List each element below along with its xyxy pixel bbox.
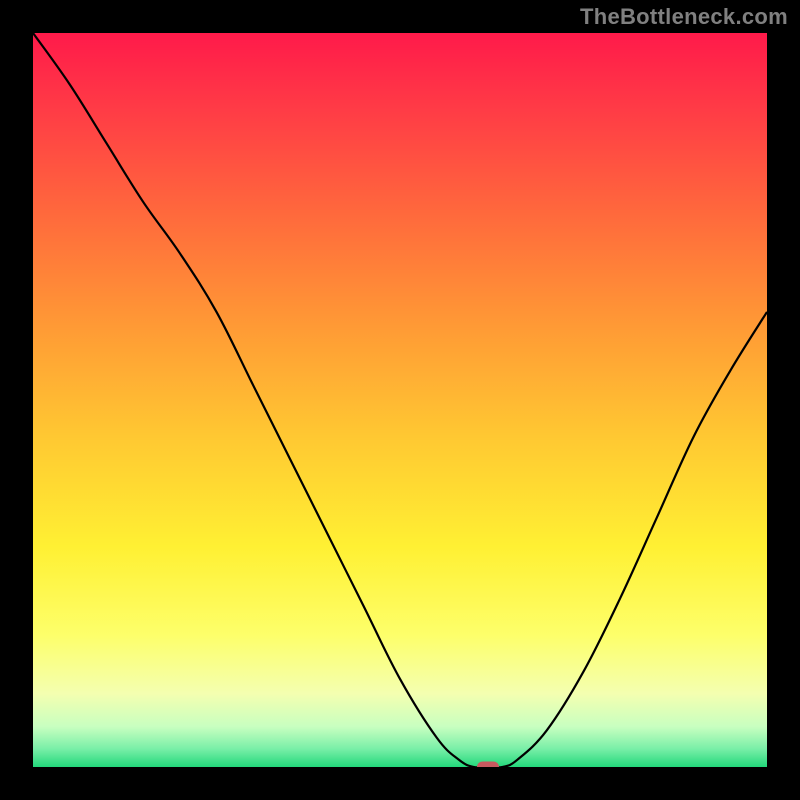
optimal-point-marker xyxy=(477,762,499,768)
curve-path xyxy=(33,33,767,767)
watermark-text: TheBottleneck.com xyxy=(580,4,788,30)
chart-container: TheBottleneck.com xyxy=(0,0,800,800)
plot-area xyxy=(33,33,767,767)
bottleneck-curve xyxy=(33,33,767,767)
